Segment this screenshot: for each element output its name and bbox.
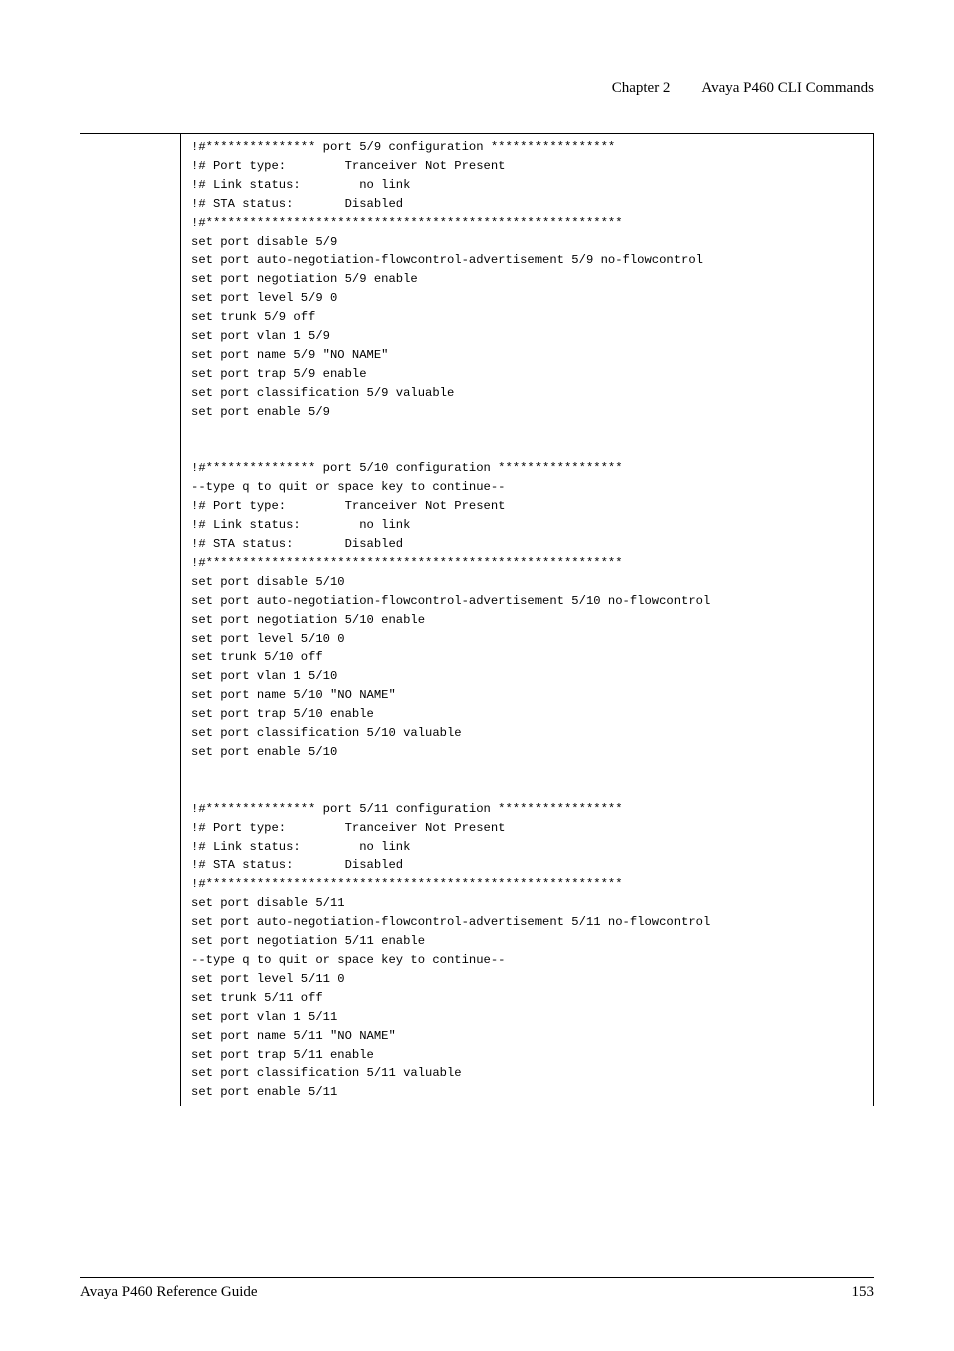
footer-row: Avaya P460 Reference Guide 153 <box>80 1284 874 1301</box>
page-header: Chapter 2 Avaya P460 CLI Commands <box>80 80 874 103</box>
page-footer: Avaya P460 Reference Guide 153 <box>80 1277 874 1301</box>
chapter-label: Chapter 2 <box>612 80 671 96</box>
page-number: 153 <box>852 1284 875 1301</box>
page: Chapter 2 Avaya P460 CLI Commands !#****… <box>0 0 954 1351</box>
footer-rule <box>80 1277 874 1278</box>
cli-output: !#*************** port 5/9 configuration… <box>180 134 874 1106</box>
chapter-title: Avaya P460 CLI Commands <box>701 80 874 96</box>
footer-left: Avaya P460 Reference Guide <box>80 1284 258 1301</box>
